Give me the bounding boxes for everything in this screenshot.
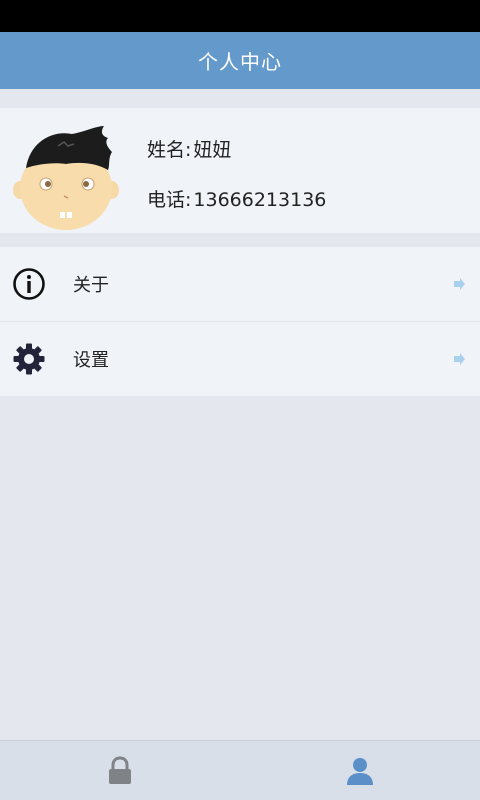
page-title: 个人中心 [198,50,282,74]
tab-lock[interactable] [0,741,240,800]
lock-icon [109,755,131,784]
menu-list: 关于 设置 [0,247,480,396]
bottom-tab-bar [0,740,480,800]
menu-item-about-label: 关于 [73,275,109,296]
chevron-right-icon [454,278,465,290]
profile-name: 姓名: 妞妞 [147,135,231,162]
info-icon [13,268,45,300]
menu-item-settings[interactable]: 设置 [0,321,480,396]
phone-label: 电话: [147,189,192,211]
profile-card [0,108,480,233]
avatar [13,126,119,230]
header-bar: 个人中心 [0,32,480,89]
user-icon [347,757,373,785]
menu-item-about[interactable]: 关于 [0,247,480,321]
tab-profile[interactable] [240,741,480,800]
chevron-right-icon [454,353,465,365]
profile-phone: 电话: 13666213136 [147,185,326,212]
phone-value: 13666213136 [193,189,327,211]
name-label: 姓名: [147,139,192,161]
menu-item-settings-label: 设置 [73,350,109,371]
gear-icon [13,343,45,375]
status-bar [0,0,480,32]
name-value: 妞妞 [193,139,232,161]
